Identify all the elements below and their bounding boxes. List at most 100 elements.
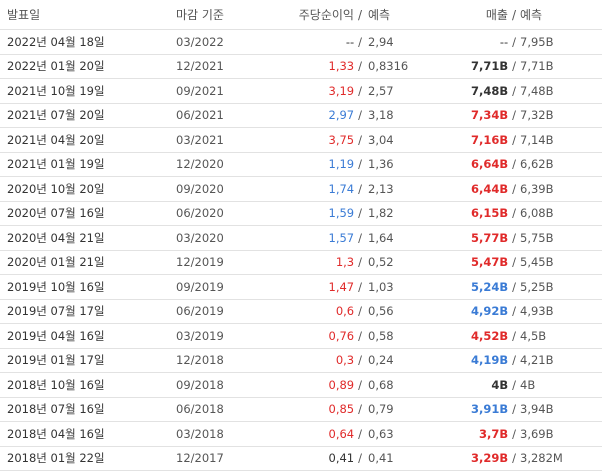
- row-revenue: 4,52B/: [471, 324, 516, 348]
- table-row: 2020년 10월 20일09/20201,74/2,136,44B/6,39B: [0, 177, 602, 202]
- row-date: 2019년 01월 17일: [7, 349, 105, 373]
- table-body: 2022년 04월 18일03/2022--/2,94--/7,95B2022년…: [0, 30, 602, 471]
- header-date[interactable]: 발표일: [7, 0, 40, 29]
- row-revenue-value: 4,19B: [471, 353, 508, 367]
- row-date: 2018년 01월 22일: [7, 447, 105, 471]
- row-revenue-value: 7,48B: [471, 84, 508, 98]
- row-eps-forecast: 2,94: [368, 30, 394, 54]
- table-row: 2018년 01월 22일12/20170,41/0,413,29B/3,282…: [0, 447, 602, 471]
- row-revenue-value: 5,47B: [471, 255, 508, 269]
- row-period: 03/2020: [176, 226, 224, 250]
- row-revenue: --/: [500, 30, 516, 54]
- row-eps-slash: /: [358, 133, 362, 147]
- row-eps: 0,85/: [329, 398, 362, 422]
- row-period: 12/2020: [176, 153, 224, 177]
- row-revenue-value: 5,24B: [471, 280, 508, 294]
- row-period: 09/2019: [176, 275, 224, 299]
- row-period: 03/2022: [176, 30, 224, 54]
- row-revenue-slash: /: [512, 304, 516, 318]
- row-eps-forecast: 0,52: [368, 251, 394, 275]
- row-eps-forecast: 0,79: [368, 398, 394, 422]
- row-date: 2019년 07월 17일: [7, 300, 105, 324]
- header-eps[interactable]: 주당순이익 /: [299, 0, 362, 29]
- row-revenue-slash: /: [512, 378, 516, 392]
- row-revenue-slash: /: [512, 84, 516, 98]
- row-eps-value: 3,75: [329, 133, 355, 147]
- header-eps-forecast[interactable]: 예측: [368, 0, 390, 29]
- header-revenue-forecast[interactable]: 예측: [520, 0, 542, 29]
- row-date: 2019년 10월 16일: [7, 275, 105, 299]
- table-row: 2021년 10월 19일09/20213,19/2,577,48B/7,48B: [0, 79, 602, 104]
- row-revenue: 3,91B/: [471, 398, 516, 422]
- row-revenue: 6,64B/: [471, 153, 516, 177]
- row-eps: 0,89/: [329, 373, 362, 397]
- row-eps: 0,6/: [336, 300, 362, 324]
- row-revenue-slash: /: [512, 35, 516, 49]
- header-revenue-label: 매출: [486, 6, 508, 23]
- row-revenue-value: 6,15B: [471, 206, 508, 220]
- row-revenue-value: 3,29B: [471, 451, 508, 465]
- row-date: 2018년 04월 16일: [7, 422, 105, 446]
- row-revenue-value: 7,71B: [471, 59, 508, 73]
- row-eps-forecast: 0,24: [368, 349, 394, 373]
- table-row: 2018년 07월 16일06/20180,85/0,793,91B/3,94B: [0, 398, 602, 423]
- row-eps-slash: /: [358, 353, 362, 367]
- row-eps-forecast: 0,56: [368, 300, 394, 324]
- row-revenue-forecast: 6,62B: [520, 153, 554, 177]
- table-row: 2021년 04월 20일03/20213,75/3,047,16B/7,14B: [0, 128, 602, 153]
- row-eps-value: 0,89: [329, 378, 355, 392]
- row-eps-value: 0,64: [329, 427, 355, 441]
- row-revenue-value: 4B: [491, 378, 508, 392]
- row-period: 03/2019: [176, 324, 224, 348]
- row-eps-slash: /: [358, 35, 362, 49]
- row-period: 09/2018: [176, 373, 224, 397]
- table-row: 2020년 04월 21일03/20201,57/1,645,77B/5,75B: [0, 226, 602, 251]
- table-row: 2020년 07월 16일06/20201,59/1,826,15B/6,08B: [0, 202, 602, 227]
- row-revenue: 6,44B/: [471, 177, 516, 201]
- row-eps-value: 0,76: [329, 329, 355, 343]
- row-eps-slash: /: [358, 231, 362, 245]
- row-revenue: 4,92B/: [471, 300, 516, 324]
- row-eps-forecast: 2,13: [368, 177, 394, 201]
- row-eps-value: --: [346, 35, 354, 49]
- row-revenue: 5,24B /: [471, 275, 516, 299]
- row-revenue-slash: /: [512, 108, 516, 122]
- header-period[interactable]: 마감 기준: [176, 0, 224, 29]
- earnings-table: 발표일 마감 기준 주당순이익 / 예측 매출 / 예측 2022년 04월 1…: [0, 0, 602, 471]
- row-revenue-forecast: 4,21B: [520, 349, 554, 373]
- table-row: 2019년 04월 16일03/20190,76/0,584,52B/4,5B: [0, 324, 602, 349]
- row-eps-forecast: 3,04: [368, 128, 394, 152]
- row-eps-slash: /: [358, 402, 362, 416]
- row-revenue: 7,34B/: [471, 104, 516, 128]
- row-eps: 1,59/: [329, 202, 362, 226]
- table-row: 2022년 04월 18일03/2022--/2,94--/7,95B: [0, 30, 602, 55]
- row-revenue-value: 7,16B: [471, 133, 508, 147]
- row-date: 2020년 04월 21일: [7, 226, 105, 250]
- row-date: 2020년 07월 16일: [7, 202, 105, 226]
- table-header: 발표일 마감 기준 주당순이익 / 예측 매출 / 예측: [0, 0, 602, 30]
- row-eps: 1,3/: [336, 251, 362, 275]
- row-eps-forecast: 0,58: [368, 324, 394, 348]
- row-revenue-forecast: 5,45B: [520, 251, 554, 275]
- header-revenue-slash: /: [512, 8, 516, 22]
- row-revenue: 5,47B/: [471, 251, 516, 275]
- row-revenue-forecast: 4,93B: [520, 300, 554, 324]
- row-revenue-slash: /: [512, 157, 516, 171]
- row-revenue-slash: /: [512, 59, 516, 73]
- row-eps: 3,19/: [329, 79, 362, 103]
- row-eps-slash: /: [358, 59, 362, 73]
- row-revenue-slash: /: [512, 231, 516, 245]
- row-eps: 0,41/: [329, 447, 362, 471]
- table-row: 2021년 01월 19일12/20201,19/1,366,64B/6,62B: [0, 153, 602, 178]
- row-revenue: 3,29B/: [471, 447, 516, 471]
- row-revenue-forecast: 3,69B: [520, 422, 554, 446]
- row-eps-slash: /: [358, 206, 362, 220]
- row-eps-value: 1,59: [329, 206, 355, 220]
- row-date: 2020년 10월 20일: [7, 177, 105, 201]
- row-eps-forecast: 0,8316: [368, 55, 408, 79]
- row-eps: -- /: [346, 30, 362, 54]
- row-revenue-slash: /: [512, 280, 516, 294]
- header-revenue[interactable]: 매출 /: [486, 0, 516, 29]
- row-revenue: 7,71B /: [471, 55, 516, 79]
- row-revenue-forecast: 4,5B: [520, 324, 546, 348]
